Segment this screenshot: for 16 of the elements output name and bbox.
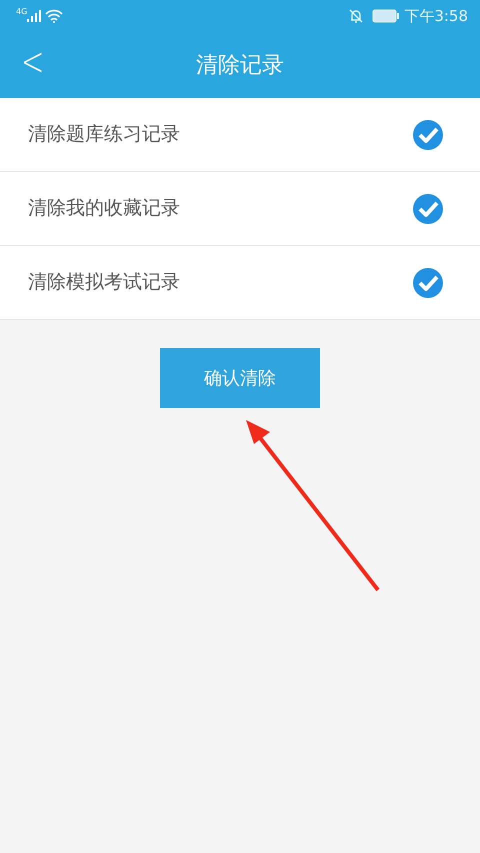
mute-bell-icon [348, 8, 364, 24]
option-label: 清除我的收藏记录 [28, 196, 180, 222]
checkbox[interactable] [412, 192, 444, 224]
checkbox[interactable] [412, 118, 444, 150]
option-label: 清除题库练习记录 [28, 122, 180, 148]
option-row[interactable]: 清除我的收藏记录 [0, 172, 480, 246]
clock: 下午3:58 [404, 6, 468, 27]
battery-icon [372, 9, 400, 23]
page-title: 清除记录 [196, 52, 284, 80]
option-row[interactable]: 清除模拟考试记录 [0, 246, 480, 320]
option-label: 清除模拟考试记录 [28, 270, 180, 296]
network-type: 4G [16, 8, 28, 16]
option-row[interactable]: 清除题库练习记录 [0, 98, 480, 172]
wifi-icon [45, 9, 64, 23]
signal-icon [27, 10, 42, 22]
checkbox[interactable] [412, 266, 444, 298]
